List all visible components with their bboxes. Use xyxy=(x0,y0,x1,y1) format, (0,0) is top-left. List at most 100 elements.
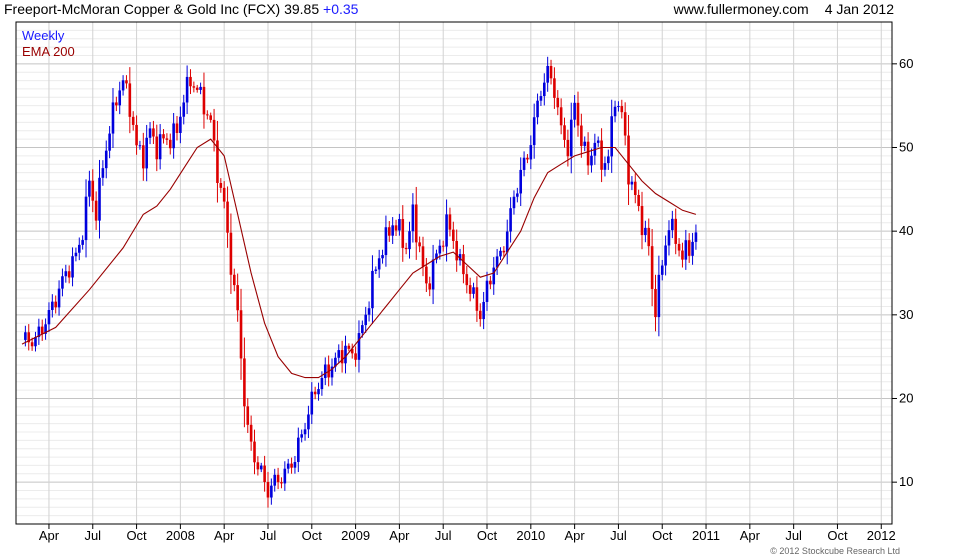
bar-body xyxy=(108,133,111,151)
up-bar xyxy=(317,382,320,401)
bar-body xyxy=(408,231,411,250)
bar-body xyxy=(559,107,563,126)
bar-body xyxy=(674,218,678,244)
bar-body xyxy=(165,138,169,140)
down-bar xyxy=(246,398,250,434)
up-bar xyxy=(148,122,152,145)
bar-body xyxy=(263,465,266,482)
up-bar xyxy=(516,187,519,203)
x-tick-label: 2009 xyxy=(341,528,370,543)
x-tick-label: Jul xyxy=(84,528,101,543)
bar-body xyxy=(145,137,148,169)
bar-body xyxy=(364,314,368,326)
x-tick-label: Oct xyxy=(477,528,498,543)
bar-body xyxy=(128,83,132,117)
bar-body xyxy=(239,310,243,359)
down-bar xyxy=(175,115,179,141)
down-bar xyxy=(67,265,71,284)
up-bar xyxy=(660,259,664,281)
up-bar xyxy=(472,282,475,299)
bar-body xyxy=(142,145,145,169)
bar-body xyxy=(465,274,469,286)
bar-body xyxy=(138,145,142,147)
bar-body xyxy=(644,227,647,236)
bar-body xyxy=(195,87,199,90)
bar-body xyxy=(384,227,388,256)
bar-body xyxy=(478,310,482,320)
up-bar xyxy=(367,301,371,322)
down-bar xyxy=(128,67,132,134)
bar-body xyxy=(637,194,640,206)
bar-body xyxy=(199,86,202,90)
bar-body xyxy=(192,86,196,88)
bar-body xyxy=(445,214,448,247)
bar-body xyxy=(542,82,546,97)
bar-body xyxy=(155,136,159,160)
up-bar xyxy=(44,318,47,340)
bar-body xyxy=(148,128,152,138)
bar-body xyxy=(135,124,138,146)
bar-body xyxy=(647,227,651,247)
bar-body xyxy=(270,485,273,498)
up-bar xyxy=(172,112,175,159)
bar-body xyxy=(212,119,216,141)
bar-body xyxy=(347,345,351,349)
bar-body xyxy=(24,332,27,340)
down-bar xyxy=(232,268,236,292)
up-bar xyxy=(138,140,142,150)
x-tick-label: Apr xyxy=(389,528,410,543)
up-bar xyxy=(377,249,381,278)
bar-body xyxy=(657,274,661,318)
down-bar xyxy=(115,96,118,112)
bar-body xyxy=(462,254,465,275)
bar-body xyxy=(431,259,435,290)
bar-body xyxy=(633,181,637,195)
bar-body xyxy=(371,270,374,309)
bar-body xyxy=(603,163,607,170)
up-bar xyxy=(569,102,573,174)
bar-body xyxy=(74,252,78,257)
down-bar xyxy=(189,69,192,95)
bar-body xyxy=(101,168,105,178)
bar-body xyxy=(512,196,516,209)
bar-body xyxy=(91,180,95,201)
y-axis: 10 20 30 40 50 60 xyxy=(892,56,913,489)
down-bar xyxy=(219,178,223,193)
down-bar xyxy=(222,181,226,209)
up-bar xyxy=(381,249,384,264)
up-bar xyxy=(499,247,502,260)
up-bar xyxy=(664,235,667,276)
bar-body xyxy=(98,177,101,221)
bar-body xyxy=(522,157,526,170)
bar-body xyxy=(115,102,118,106)
bar-body xyxy=(104,150,108,169)
bar-body xyxy=(509,208,512,232)
up-bar xyxy=(344,335,347,374)
bar-body xyxy=(243,358,246,407)
bar-body xyxy=(677,243,681,251)
bar-body xyxy=(438,245,442,254)
bar-body xyxy=(118,90,122,106)
down-bar xyxy=(94,191,98,230)
bar-body xyxy=(280,482,283,484)
bar-body xyxy=(61,276,64,289)
bar-body xyxy=(202,86,206,115)
bar-body xyxy=(54,301,57,308)
bar-body xyxy=(691,241,694,256)
down-bar xyxy=(465,265,469,294)
bar-body xyxy=(300,434,303,438)
x-tick-label: 2012 xyxy=(867,528,896,543)
up-bar xyxy=(485,271,489,311)
y-tick-label: 40 xyxy=(899,223,913,238)
up-bar xyxy=(667,220,671,256)
up-bar xyxy=(323,357,327,386)
bar-body xyxy=(57,288,61,308)
down-bar xyxy=(404,242,408,255)
down-bar xyxy=(418,236,421,253)
bar-body xyxy=(185,76,189,103)
bar-body xyxy=(610,116,613,157)
down-bar xyxy=(674,208,678,255)
bar-body xyxy=(259,465,263,470)
bar-body xyxy=(529,145,533,160)
bar-body xyxy=(684,240,688,260)
